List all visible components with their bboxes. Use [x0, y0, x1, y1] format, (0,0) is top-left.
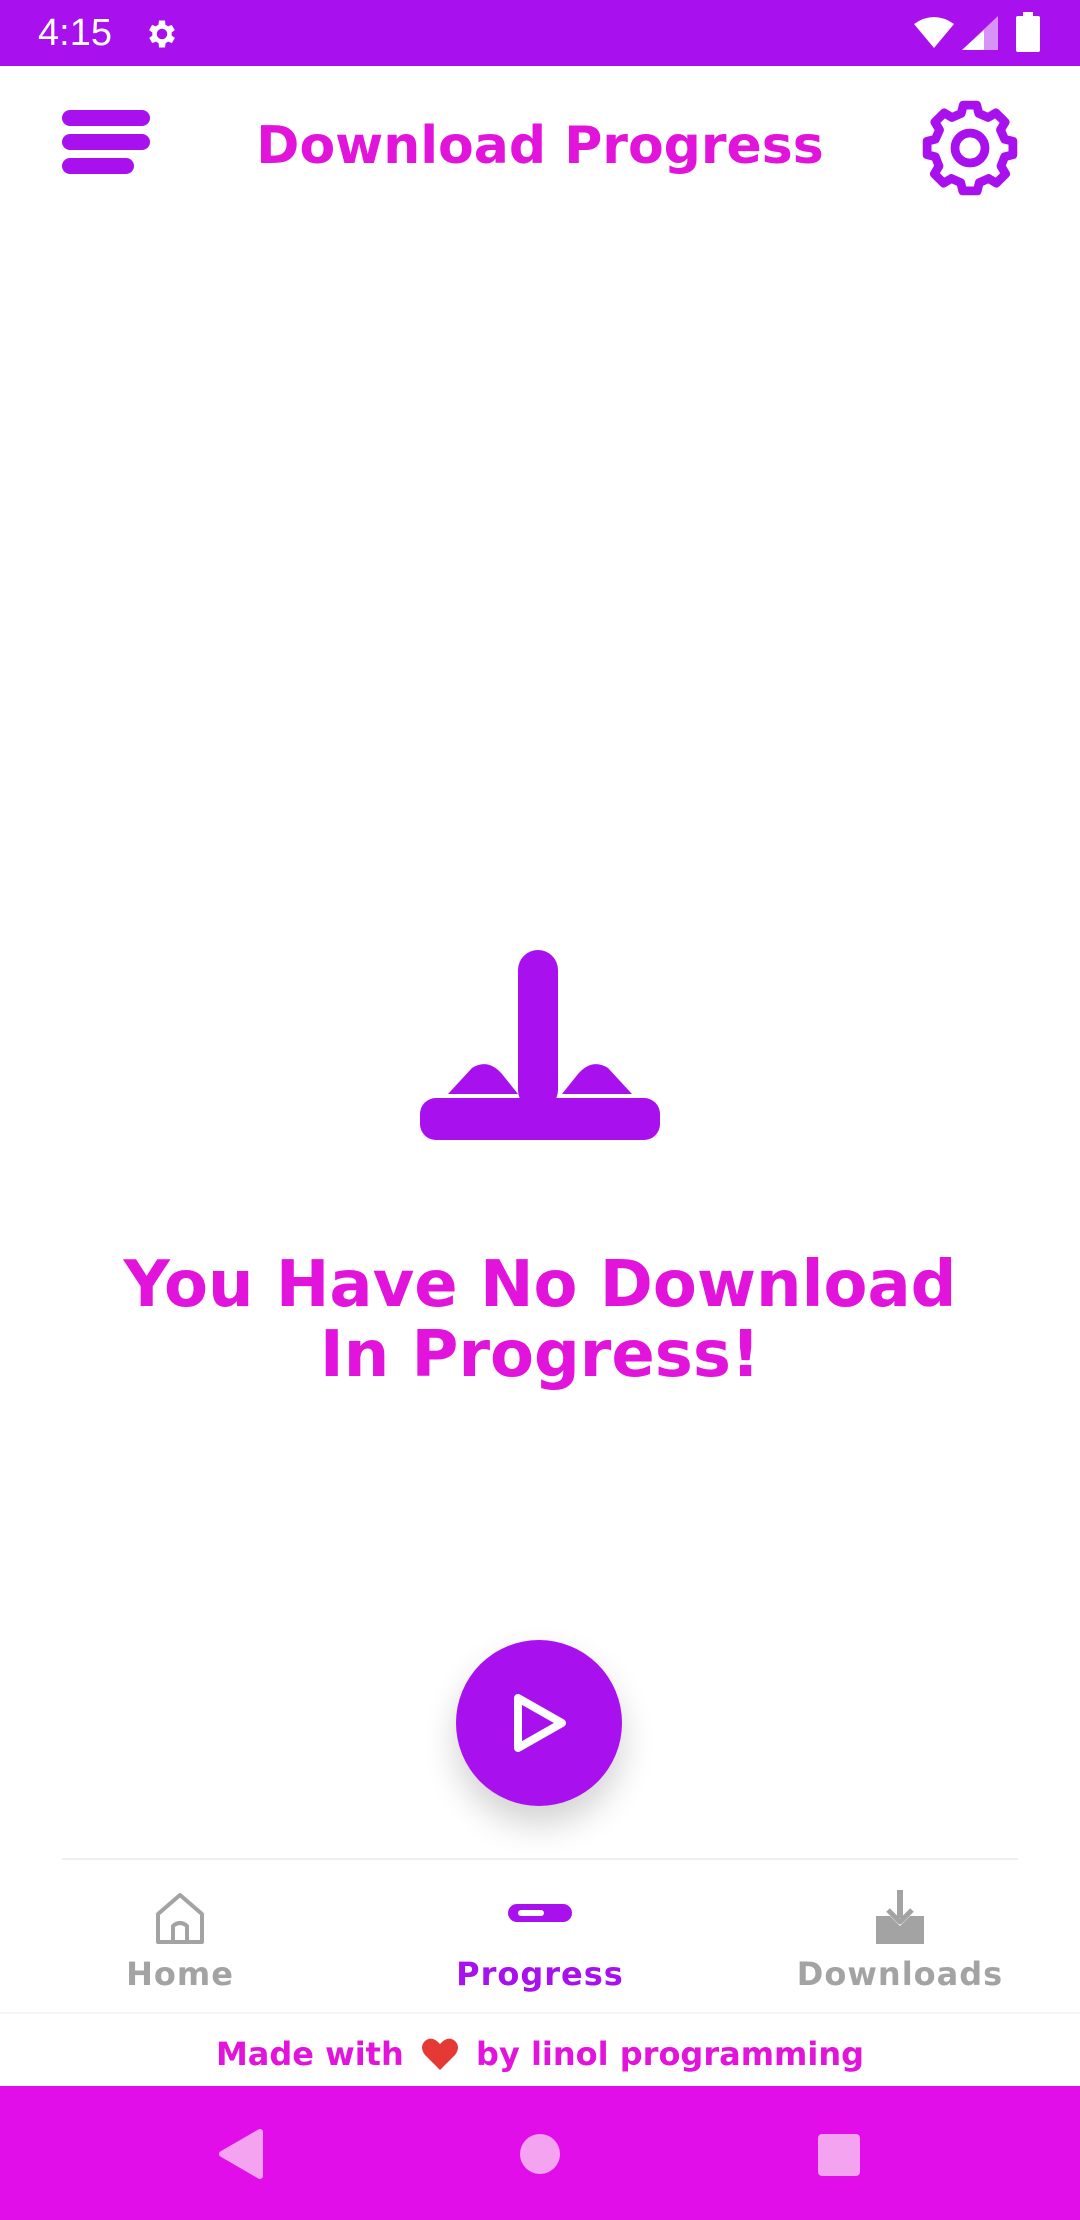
- nav-item-progress[interactable]: Progress: [360, 1860, 720, 2010]
- downloads-icon: [876, 1890, 924, 1944]
- credit-prefix: Made with: [215, 2035, 404, 2073]
- gear-icon: [922, 100, 1018, 196]
- nav-label-downloads: Downloads: [796, 1955, 1004, 1993]
- app-header: Download Progress: [0, 66, 1080, 236]
- play-button[interactable]: [456, 1640, 622, 1806]
- bottom-nav: Home Progress Downloads: [0, 1860, 1080, 2010]
- page-title: Download Progress: [256, 116, 824, 176]
- status-bar: 4:15: [0, 0, 1080, 66]
- recents-button[interactable]: [798, 2118, 878, 2188]
- progress-icon: [508, 1904, 572, 1922]
- settings-button[interactable]: [908, 86, 1032, 210]
- back-button[interactable]: [200, 2118, 280, 2188]
- status-time: 4:15: [38, 12, 112, 54]
- home-circle-icon: [520, 2134, 560, 2174]
- nav-label-progress: Progress: [456, 1955, 624, 1993]
- menu-button[interactable]: [56, 102, 166, 202]
- credit-text: Made with by linol programming: [216, 2034, 864, 2080]
- empty-state-message: You Have No Download In Progress!: [123, 1248, 957, 1392]
- credit-suffix: by linol programming: [476, 2035, 865, 2073]
- battery-icon: [1016, 12, 1040, 56]
- home-button[interactable]: [500, 2118, 580, 2188]
- credit-footer: Made with by linol programming: [0, 2012, 1080, 2088]
- nav-item-downloads[interactable]: Downloads: [720, 1860, 1080, 2010]
- recents-icon: [818, 2134, 860, 2176]
- heart-icon: [421, 2037, 459, 2080]
- nav-label-home: Home: [126, 1955, 234, 1993]
- menu-icon: [62, 110, 150, 174]
- nav-item-home[interactable]: Home: [0, 1860, 360, 2010]
- system-nav-bar: [0, 2086, 1080, 2220]
- signal-icon: [962, 16, 998, 54]
- play-icon: [514, 1694, 566, 1752]
- back-icon: [219, 2129, 263, 2179]
- wifi-icon: [914, 16, 954, 54]
- download-icon: [414, 944, 666, 1144]
- home-icon: [156, 1893, 204, 1944]
- settings-icon: [144, 16, 180, 56]
